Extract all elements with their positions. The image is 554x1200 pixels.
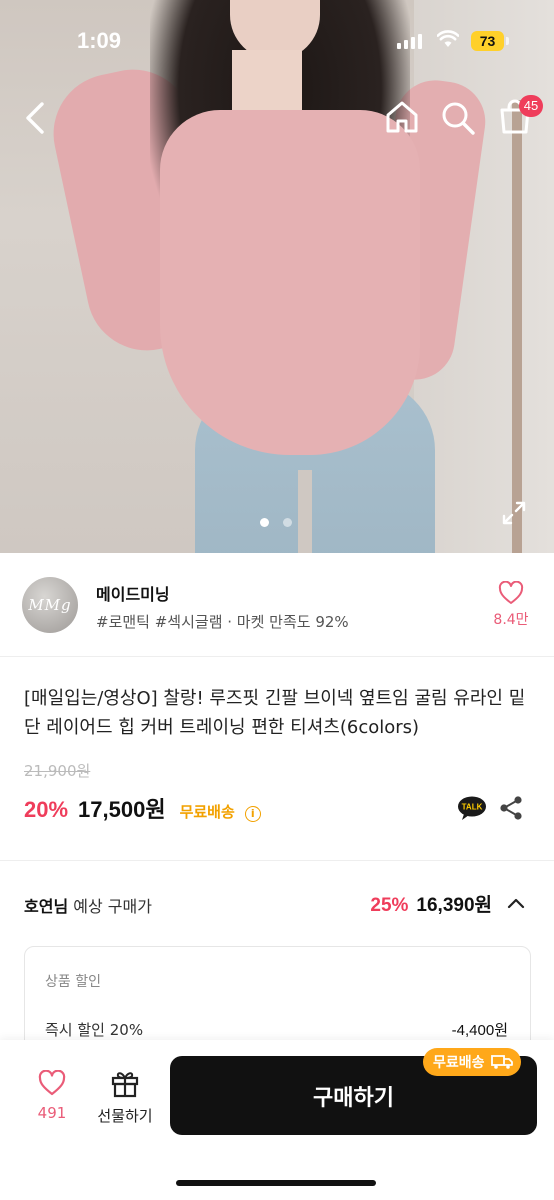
- image-pagination: [260, 518, 292, 527]
- status-time: 1:09: [77, 28, 122, 53]
- store-logo[interactable]: MMg: [22, 577, 78, 633]
- divider: [0, 656, 554, 657]
- discount-rate: 20%: [24, 797, 69, 822]
- truck-icon: [490, 1055, 513, 1069]
- back-icon[interactable]: [20, 100, 50, 136]
- gift-button[interactable]: 선물하기: [92, 1068, 158, 1126]
- estimate-value: 25% 16,390원: [370, 890, 492, 917]
- like-button[interactable]: 491: [30, 1069, 74, 1122]
- photo-shirt: [160, 110, 420, 455]
- product-title: [매일입는/영상O] 찰랑! 루즈핏 긴팔 브이넥 옆트임 굴림 유라인 밑단 …: [24, 688, 526, 738]
- estimate-text: 예상 구매가: [73, 897, 152, 916]
- battery-tip: [506, 37, 509, 45]
- wifi-icon: [437, 30, 459, 47]
- store-row[interactable]: MMg 메이드미닝 #로맨틱 #섹시글램 · 마켓 만족도 92% 8.4만: [0, 553, 554, 656]
- page-dot-active[interactable]: [260, 518, 269, 527]
- status-bar: 1:09 73: [0, 0, 554, 84]
- talk-label: TALK: [462, 803, 483, 812]
- store-name[interactable]: 메이드미닝: [96, 581, 170, 605]
- gift-icon: [111, 1072, 139, 1098]
- photo-leg-gap: [298, 470, 312, 553]
- ship-chip-label: 무료배송: [433, 1055, 485, 1071]
- home-indicator: [176, 1180, 376, 1186]
- talk-icon[interactable]: TALK: [457, 796, 487, 820]
- heart-icon: [38, 1069, 66, 1096]
- section-divider: [0, 860, 554, 861]
- original-price: 21,900원: [24, 762, 91, 780]
- battery-icon: 73: [471, 31, 504, 51]
- estimate-label: 호연님 예상 구매가: [24, 893, 152, 917]
- breakdown-row-value: -4,400원: [451, 1022, 508, 1039]
- page-dot[interactable]: [283, 518, 292, 527]
- cart-count-badge: 45: [519, 95, 543, 117]
- price-row: 20% 17,500원 무료배송 i: [24, 792, 261, 824]
- home-icon[interactable]: [384, 100, 420, 134]
- breakdown-heading: 상품 할인: [45, 974, 101, 990]
- search-icon[interactable]: [440, 100, 476, 136]
- store-like-count: 8.4만: [493, 612, 529, 628]
- like-count: 491: [37, 1104, 67, 1122]
- photo-pole: [512, 100, 522, 553]
- breakdown-row-label: 즉시 할인 20%: [45, 1021, 144, 1039]
- chevron-up-icon[interactable]: [506, 895, 526, 911]
- estimate-price: 16,390원: [416, 895, 492, 916]
- free-shipping-label: 무료배송: [179, 803, 235, 821]
- info-icon[interactable]: i: [244, 806, 261, 822]
- cellular-signal-icon: [397, 34, 422, 49]
- share-icon[interactable]: [499, 795, 523, 821]
- free-shipping-chip: 무료배송: [423, 1048, 521, 1076]
- expand-icon[interactable]: [501, 500, 527, 526]
- sale-price: 17,500원: [78, 797, 166, 822]
- estimate-user: 호연님: [24, 897, 69, 916]
- estimate-discount: 25%: [370, 895, 409, 916]
- store-tags: #로맨틱 #섹시글램 · 마켓 만족도 92%: [96, 613, 349, 631]
- gift-label: 선물하기: [97, 1107, 153, 1125]
- heart-icon[interactable]: [498, 581, 524, 605]
